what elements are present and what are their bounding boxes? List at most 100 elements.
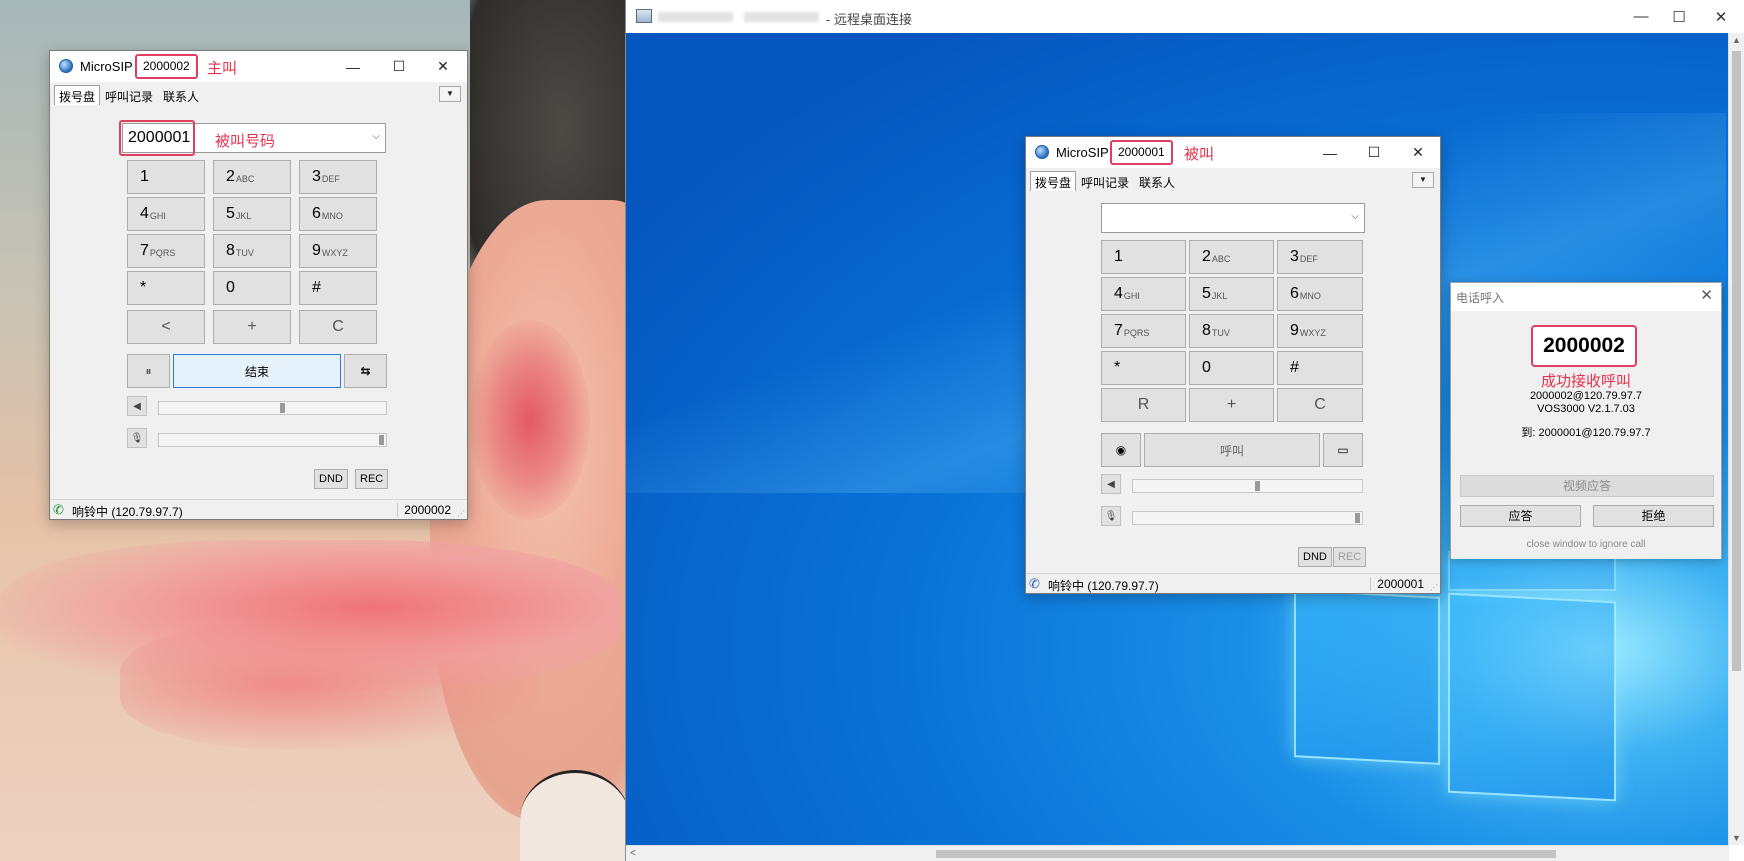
rec-button[interactable]: REC — [355, 469, 389, 489]
end-call-button[interactable]: 结束 — [173, 354, 341, 388]
rec-button[interactable]: REC — [1333, 547, 1367, 567]
dnd-button[interactable]: DND — [314, 469, 348, 489]
key-5[interactable]: 5 JKL — [213, 197, 291, 231]
callee-close-button[interactable]: ✕ — [1396, 137, 1440, 168]
key-1[interactable]: 1 — [127, 160, 205, 194]
chevron-down-icon[interactable]: ⌵ — [1351, 211, 1359, 222]
callee-minimize-button[interactable]: — — [1308, 137, 1352, 168]
backspace-button[interactable]: < — [127, 310, 205, 344]
resize-grip-icon[interactable]: ⋰ — [457, 509, 465, 518]
key-2[interactable]: 2 ABC — [1189, 240, 1274, 274]
close-icon: ✕ — [1714, 8, 1728, 26]
key-hash[interactable]: # — [299, 271, 377, 305]
key-9[interactable]: 9 WXYZ — [1277, 314, 1363, 348]
key-star[interactable]: * — [1101, 351, 1186, 385]
microphone-icon[interactable]: 🎙 — [127, 428, 147, 448]
resize-grip-icon[interactable]: ⋰ — [1430, 583, 1438, 592]
speaker-icon[interactable]: ◀ — [1101, 474, 1121, 494]
key-6[interactable]: 6 MNO — [1277, 277, 1363, 311]
key-7[interactable]: 7 PQRS — [127, 234, 205, 268]
chevron-down-icon[interactable]: ⌵ — [372, 131, 380, 142]
microphone-volume-slider[interactable] — [158, 433, 387, 447]
close-icon[interactable]: ✕ — [1700, 286, 1713, 304]
plus-button[interactable]: + — [213, 310, 291, 344]
key-4[interactable]: 4 GHI — [1101, 277, 1186, 311]
from-address: 2000002@120.79.97.7 — [1529, 390, 1643, 402]
windows-logo-pane — [1448, 592, 1616, 802]
scroll-up-icon[interactable]: ▲ — [1732, 35, 1741, 45]
caller-minimize-button[interactable]: — — [331, 51, 375, 82]
scrollbar-thumb[interactable] — [936, 850, 1556, 858]
key-7[interactable]: 7 PQRS — [1101, 314, 1186, 348]
transfer-button[interactable]: ⇆ — [344, 354, 387, 388]
tab-call-history[interactable]: 呼叫记录 — [100, 85, 158, 105]
rdp-close-button[interactable]: ✕ — [1698, 0, 1744, 33]
tab-contacts[interactable]: 联系人 — [1134, 171, 1180, 191]
microphone-volume-slider[interactable] — [1132, 511, 1363, 525]
key-0[interactable]: 0 — [213, 271, 291, 305]
speaker-icon[interactable]: ◀ — [127, 396, 147, 416]
key-5[interactable]: 5 JKL — [1189, 277, 1274, 311]
maximize-icon: ☐ — [1672, 8, 1686, 26]
menu-dropdown-button[interactable]: ▼ — [439, 86, 461, 102]
menu-dropdown-button[interactable]: ▼ — [1412, 172, 1434, 188]
tab-dialpad[interactable]: 拨号盘 — [1030, 171, 1077, 191]
callee-dial-input[interactable]: ⌵ — [1101, 203, 1365, 233]
callee-title-bar[interactable]: MicroSIP - 2000001 被叫 — ☐ ✕ — [1026, 137, 1440, 168]
key-8[interactable]: 8 TUV — [213, 234, 291, 268]
key-3[interactable]: 3 DEF — [299, 160, 377, 194]
status-text: 响铃中 (120.79.97.7) — [1048, 579, 1159, 593]
rdp-maximize-button[interactable]: ☐ — [1656, 0, 1702, 33]
key-8[interactable]: 8 TUV — [1189, 314, 1274, 348]
key-1[interactable]: 1 — [1101, 240, 1186, 274]
microphone-icon[interactable]: 🎙 — [1101, 506, 1121, 526]
clear-button[interactable]: C — [299, 310, 377, 344]
key-9[interactable]: 9 WXYZ — [299, 234, 377, 268]
rdp-horizontal-scrollbar[interactable]: < — [626, 845, 1729, 861]
rdp-vertical-scrollbar[interactable]: ▲ ▼ — [1728, 33, 1744, 845]
video-answer-button[interactable]: 视频应答 — [1460, 475, 1714, 497]
caller-role-annotation: 主叫 — [207, 60, 238, 77]
scroll-left-icon[interactable]: < — [630, 848, 636, 859]
hold-button[interactable]: ⏸ — [127, 354, 170, 388]
tab-contacts[interactable]: 联系人 — [158, 85, 204, 105]
plus-button[interactable]: + — [1189, 388, 1274, 422]
caller-dial-input[interactable]: 2000001 被叫号码 ⌵ — [119, 120, 386, 156]
pause-icon: ⏸ — [145, 363, 152, 378]
speaker-volume-slider[interactable] — [158, 401, 387, 415]
clear-button[interactable]: C — [1277, 388, 1363, 422]
rdp-title-bar[interactable]: - 远程桌面连接 — ☐ ✕ — [626, 0, 1744, 33]
slider-knob[interactable] — [1355, 513, 1360, 523]
key-2[interactable]: 2 ABC — [213, 160, 291, 194]
dial-number-value: 2000001 — [128, 129, 191, 146]
key-hash[interactable]: # — [1277, 351, 1363, 385]
reject-button[interactable]: 拒绝 — [1593, 505, 1714, 527]
message-button[interactable]: ▭ — [1323, 433, 1363, 467]
key-3[interactable]: 3 DEF — [1277, 240, 1363, 274]
slider-knob[interactable] — [1255, 481, 1260, 491]
scrollbar-thumb[interactable] — [1732, 51, 1741, 671]
caller-title-bar[interactable]: MicroSIP - 2000002 主叫 — ☐ ✕ — [50, 51, 467, 82]
key-6[interactable]: 6 MNO — [299, 197, 377, 231]
dial-annotation: 被叫号码 — [215, 133, 276, 150]
tab-call-history[interactable]: 呼叫记录 — [1076, 171, 1134, 191]
callee-maximize-button[interactable]: ☐ — [1352, 137, 1396, 168]
key-star[interactable]: * — [127, 271, 205, 305]
key-0[interactable]: 0 — [1189, 351, 1274, 385]
maximize-icon: ☐ — [1367, 144, 1381, 160]
incoming-number: 2000002 — [1531, 325, 1637, 367]
speaker-volume-slider[interactable] — [1132, 479, 1363, 493]
caller-close-button[interactable]: ✕ — [421, 51, 465, 82]
slider-knob[interactable] — [379, 435, 384, 445]
video-call-button[interactable]: ◉ — [1101, 433, 1141, 467]
answer-button[interactable]: 应答 — [1460, 505, 1581, 527]
tab-dialpad[interactable]: 拨号盘 — [54, 85, 101, 105]
transfer-icon: ⇆ — [360, 364, 371, 378]
key-4[interactable]: 4 GHI — [127, 197, 205, 231]
scroll-down-icon[interactable]: ▼ — [1732, 833, 1741, 843]
call-button[interactable]: 呼叫 — [1144, 433, 1320, 467]
slider-knob[interactable] — [280, 403, 285, 413]
caller-maximize-button[interactable]: ☐ — [377, 51, 421, 82]
redial-button[interactable]: R — [1101, 388, 1186, 422]
dnd-button[interactable]: DND — [1298, 547, 1332, 567]
